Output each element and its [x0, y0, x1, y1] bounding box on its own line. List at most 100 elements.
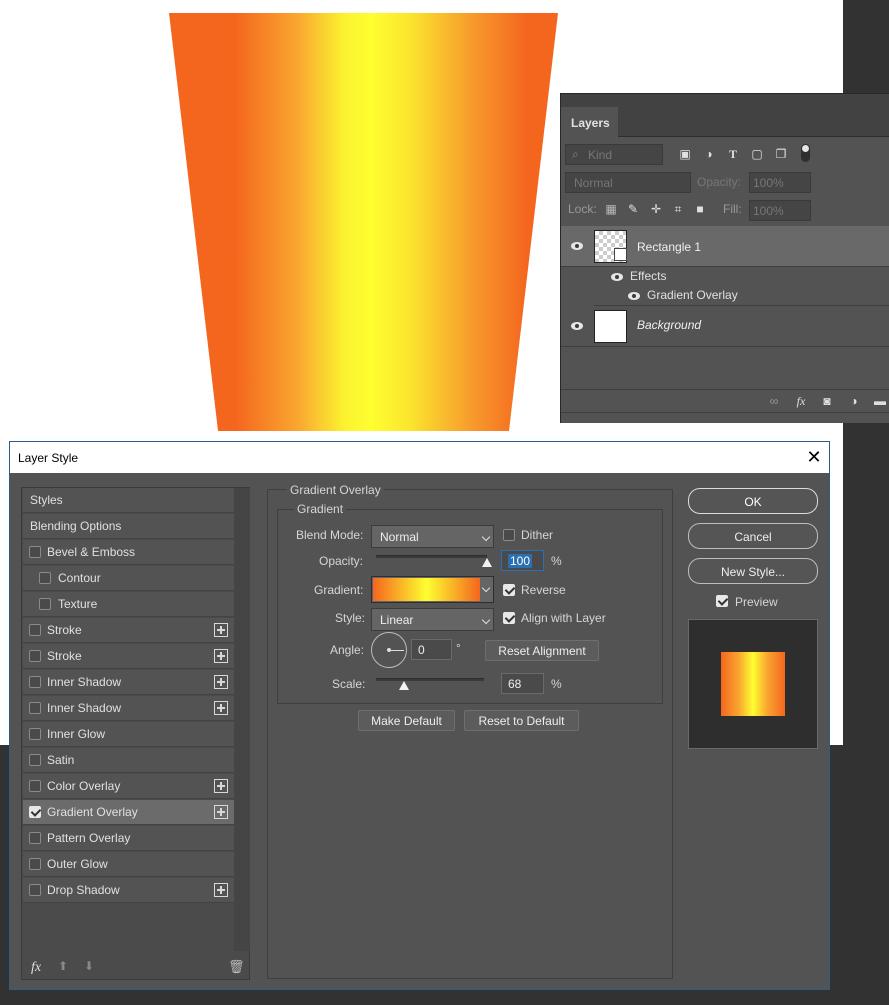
- chevron-down-icon[interactable]: [481, 583, 491, 593]
- ok-button[interactable]: OK: [688, 488, 818, 514]
- move-up-icon[interactable]: ⬆: [58, 959, 68, 973]
- adjustment-layer-icon[interactable]: ◑: [846, 394, 862, 408]
- style-item[interactable]: Blending Options: [23, 514, 234, 539]
- fill-field[interactable]: 100%: [749, 200, 811, 221]
- add-instance-icon[interactable]: [214, 701, 228, 715]
- new-style-button[interactable]: New Style...: [688, 558, 818, 584]
- shape-layer-badge-icon: [614, 248, 627, 261]
- lock-transparent-icon[interactable]: ▦: [604, 202, 618, 216]
- lock-brush-icon[interactable]: ✎: [626, 202, 640, 216]
- lock-artboard-icon[interactable]: ⌗: [671, 202, 685, 216]
- style-item[interactable]: Stroke: [23, 644, 234, 669]
- gradient-swatch[interactable]: [373, 578, 480, 601]
- layer-row-background[interactable]: Background: [561, 306, 889, 347]
- style-item[interactable]: Contour: [23, 566, 234, 591]
- style-checkbox[interactable]: [29, 858, 41, 870]
- layer-row-rectangle[interactable]: Rectangle 1: [561, 226, 889, 267]
- adjustment-filter-icon[interactable]: ◑: [702, 147, 716, 161]
- style-item[interactable]: Inner Glow: [23, 722, 234, 747]
- scale-slider-track[interactable]: [376, 678, 484, 681]
- style-checkbox[interactable]: [29, 546, 41, 558]
- move-down-icon[interactable]: ⬇: [84, 959, 94, 973]
- make-default-button[interactable]: Make Default: [358, 710, 455, 731]
- style-checkbox[interactable]: [39, 572, 51, 584]
- gradient-picker[interactable]: [371, 576, 494, 603]
- style-checkbox[interactable]: [29, 884, 41, 896]
- lock-all-icon[interactable]: ■: [693, 202, 707, 216]
- style-item[interactable]: Inner Shadow: [23, 696, 234, 721]
- add-mask-icon[interactable]: ◙: [819, 394, 835, 408]
- cancel-button[interactable]: Cancel: [688, 523, 818, 549]
- layer-opacity-field[interactable]: 100%: [749, 172, 811, 193]
- add-instance-icon[interactable]: [214, 649, 228, 663]
- style-item[interactable]: Drop Shadow: [23, 878, 234, 903]
- delete-trash-icon[interactable]: 🗑: [228, 959, 245, 975]
- style-item-label: Texture: [58, 597, 98, 611]
- style-checkbox[interactable]: [29, 780, 41, 792]
- effect-eye-icon[interactable]: [627, 291, 641, 301]
- style-item[interactable]: Bevel & Emboss: [23, 540, 234, 565]
- style-dropdown[interactable]: Linear: [371, 608, 494, 631]
- fx-icon[interactable]: fx: [793, 394, 809, 408]
- pixel-filter-icon[interactable]: ▣: [678, 147, 692, 161]
- layer-blend-mode-dropdown[interactable]: Normal: [565, 172, 691, 193]
- align-with-layer-checkbox[interactable]: [503, 612, 515, 624]
- reset-to-default-button[interactable]: Reset to Default: [464, 710, 579, 731]
- add-instance-icon[interactable]: [214, 779, 228, 793]
- style-checkbox[interactable]: [29, 702, 41, 714]
- gradient-overlay-effect-row[interactable]: Gradient Overlay: [594, 286, 889, 306]
- style-item[interactable]: Texture: [23, 592, 234, 617]
- style-checkbox[interactable]: [29, 650, 41, 662]
- opacity-slider-thumb[interactable]: [482, 558, 492, 567]
- style-item[interactable]: Inner Shadow: [23, 670, 234, 695]
- filter-toggle-switch[interactable]: [801, 144, 810, 162]
- style-item[interactable]: Stroke: [23, 618, 234, 643]
- opacity-input[interactable]: 100: [501, 550, 544, 571]
- opacity-slider-track[interactable]: [376, 555, 487, 558]
- style-item[interactable]: Pattern Overlay: [23, 826, 234, 851]
- effects-eye-icon[interactable]: [610, 272, 624, 282]
- scale-unit: %: [551, 677, 562, 691]
- style-checkbox[interactable]: [29, 624, 41, 636]
- gradient-trapezoid-shape[interactable]: [169, 13, 558, 431]
- reverse-checkbox[interactable]: [503, 584, 515, 596]
- style-checkbox[interactable]: [39, 598, 51, 610]
- blend-mode-dropdown[interactable]: Normal: [371, 525, 494, 548]
- style-item[interactable]: Color Overlay: [23, 774, 234, 799]
- add-instance-icon[interactable]: [214, 623, 228, 637]
- close-icon[interactable]: ✕: [805, 448, 823, 466]
- style-checkbox[interactable]: [29, 754, 41, 766]
- effects-row[interactable]: Effects: [594, 267, 889, 287]
- add-instance-icon[interactable]: [214, 675, 228, 689]
- style-checkbox[interactable]: [29, 832, 41, 844]
- styles-list-scrollbar[interactable]: [234, 488, 250, 951]
- smart-object-filter-icon[interactable]: ❐: [774, 147, 788, 161]
- style-item[interactable]: Outer Glow: [23, 852, 234, 877]
- shape-filter-icon[interactable]: ▢: [750, 147, 764, 161]
- style-item[interactable]: Styles: [23, 488, 234, 513]
- angle-input[interactable]: 0: [411, 639, 452, 660]
- lock-position-icon[interactable]: ✛: [649, 202, 663, 216]
- style-item[interactable]: Gradient Overlay: [23, 800, 234, 825]
- visibility-eye-icon[interactable]: [570, 321, 584, 331]
- new-group-icon[interactable]: ▬: [872, 394, 888, 408]
- filter-kind-dropdown[interactable]: ⌕ Kind: [565, 144, 663, 165]
- scale-input[interactable]: 68: [501, 673, 544, 694]
- fx-menu-icon[interactable]: fx: [31, 960, 41, 976]
- tab-layers[interactable]: Layers: [561, 107, 618, 137]
- scale-slider-thumb[interactable]: [399, 681, 410, 690]
- link-layers-icon[interactable]: ∞: [766, 394, 782, 408]
- visibility-eye-icon[interactable]: [570, 241, 584, 251]
- type-filter-icon[interactable]: T: [726, 147, 740, 161]
- dither-checkbox[interactable]: [503, 529, 515, 541]
- style-item-label: Stroke: [47, 623, 82, 637]
- style-item[interactable]: Satin: [23, 748, 234, 773]
- add-instance-icon[interactable]: [214, 883, 228, 897]
- style-checkbox[interactable]: [29, 806, 41, 818]
- preview-checkbox[interactable]: [716, 595, 728, 607]
- reset-alignment-button[interactable]: Reset Alignment: [485, 640, 599, 661]
- style-checkbox[interactable]: [29, 728, 41, 740]
- angle-dial[interactable]: [371, 632, 407, 668]
- add-instance-icon[interactable]: [214, 805, 228, 819]
- style-checkbox[interactable]: [29, 676, 41, 688]
